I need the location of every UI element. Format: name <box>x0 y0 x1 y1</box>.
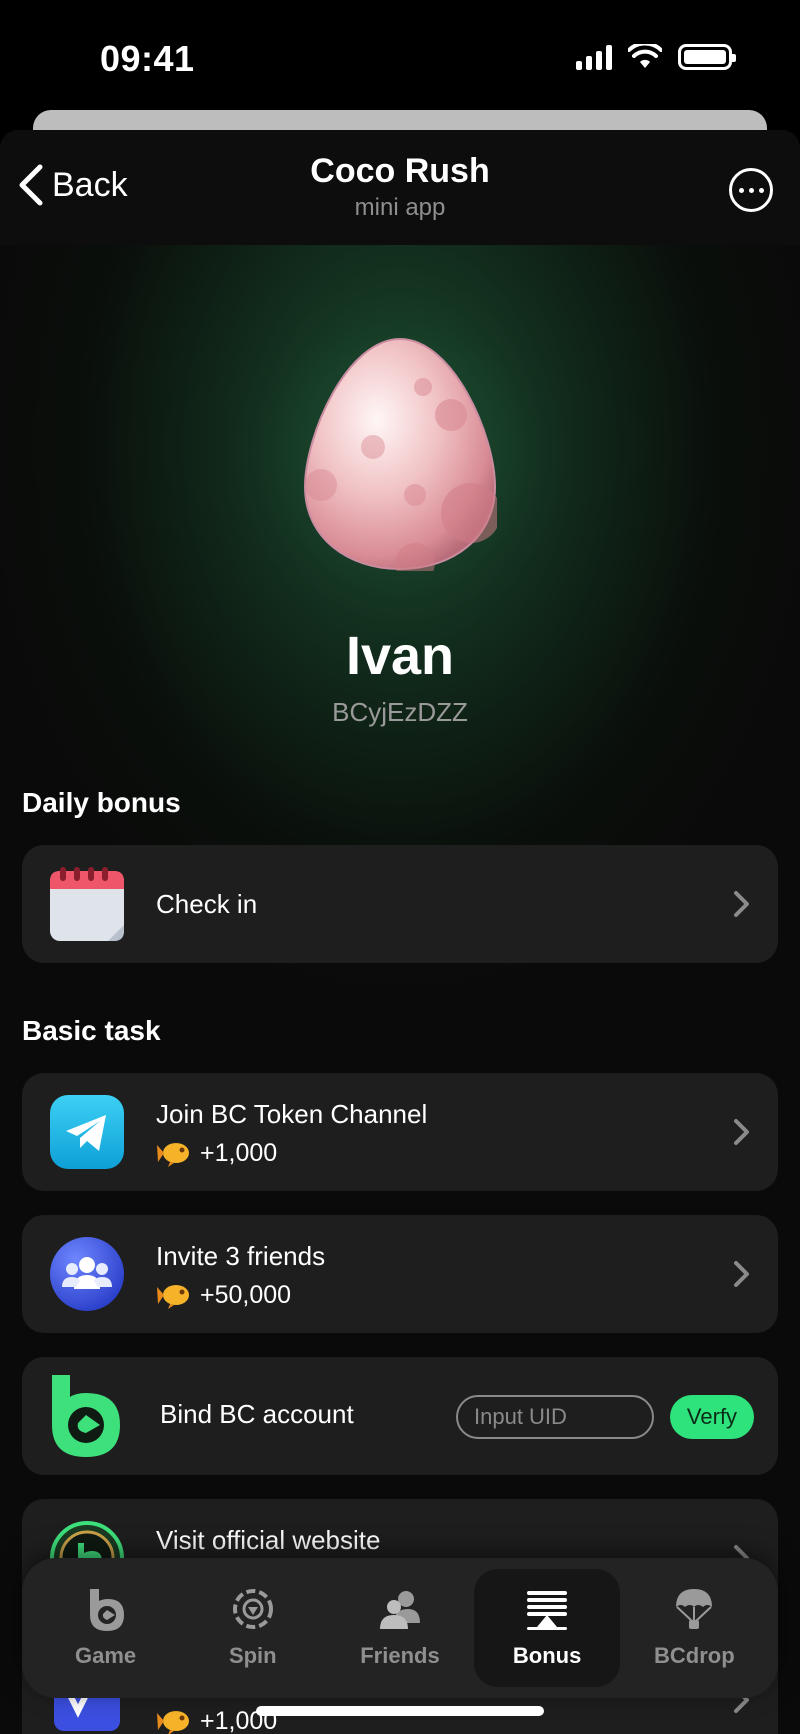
uid-input[interactable] <box>456 1395 654 1439</box>
parachute-icon <box>676 1589 713 1629</box>
chevron-right-icon <box>734 1119 749 1145</box>
calendar-icon <box>50 867 124 941</box>
reward-value: +50,000 <box>200 1281 292 1309</box>
task-join-channel[interactable]: Join BC Token Channel +1,000 <box>22 1073 778 1191</box>
nav-item-spin[interactable]: Spin <box>180 1569 326 1687</box>
user-name: Ivan <box>345 626 455 686</box>
friends-group-icon <box>50 1237 124 1311</box>
home-indicator <box>256 1706 544 1716</box>
nav-item-bonus[interactable]: Bonus <box>474 1569 621 1687</box>
reward: +1,000 <box>156 1139 277 1168</box>
nav-label: Bonus <box>512 1643 582 1668</box>
main-content: Ivan BCyjEzDZZ Daily bonus Check in Basi… <box>0 245 800 1734</box>
friends-icon <box>379 1591 420 1629</box>
reward-value: +1,000 <box>200 1139 278 1167</box>
nav-label: Spin <box>228 1643 277 1668</box>
telegram-icon <box>50 1095 124 1169</box>
task-label: Bind BC account <box>160 1399 354 1429</box>
check-in-label: Check in <box>156 889 258 919</box>
chevron-right-icon <box>734 1261 749 1287</box>
more-button[interactable] <box>729 168 773 212</box>
bottom-nav: Game Spin Friends Bonus BCdrop <box>22 1558 778 1698</box>
bc-logo-icon <box>52 1375 120 1457</box>
nav-item-bcdrop[interactable]: BCdrop <box>621 1569 767 1687</box>
status-icons <box>576 44 736 70</box>
wifi-icon <box>628 44 662 68</box>
nav-label: Friends <box>360 1643 440 1668</box>
signal-icon <box>576 44 612 70</box>
game-icon <box>89 1589 124 1631</box>
app-title: Coco Rush <box>310 152 490 190</box>
verify-button[interactable]: Verfy <box>670 1395 754 1439</box>
task-label: Invite 3 friends <box>156 1241 326 1271</box>
nav-label: Game <box>75 1643 137 1668</box>
coin-fish-icon <box>157 1710 189 1734</box>
battery-icon <box>678 44 736 70</box>
task-invite-friends[interactable]: Invite 3 friends +50,000 <box>22 1215 778 1333</box>
coin-fish-icon <box>157 1142 189 1167</box>
check-in-card[interactable]: Check in <box>22 845 778 963</box>
basic-task-title: Basic task <box>22 1015 161 1046</box>
bonus-icon <box>527 1591 568 1630</box>
coin-fish-icon <box>157 1284 189 1309</box>
nav-label: BCdrop <box>654 1643 735 1668</box>
reward: +50,000 <box>156 1281 291 1310</box>
task-label: Visit official website <box>156 1525 381 1555</box>
status-time: 09:41 <box>100 38 195 79</box>
user-id: BCyjEzDZZ <box>332 697 468 727</box>
spin-icon <box>232 1589 273 1629</box>
egg-icon[interactable] <box>303 335 497 571</box>
app-header: Back Coco Rush mini app <box>0 130 800 245</box>
task-label: Join BC Token Channel <box>156 1099 428 1129</box>
app-subtitle: mini app <box>354 194 446 221</box>
chevron-right-icon <box>734 891 749 917</box>
daily-bonus-title: Daily bonus <box>22 787 181 818</box>
status-bar: 09:41 <box>0 0 800 110</box>
task-bind-account: Bind BC account Verfy <box>22 1357 778 1475</box>
nav-item-game[interactable]: Game <box>33 1569 179 1687</box>
nav-item-friends[interactable]: Friends <box>327 1569 473 1687</box>
